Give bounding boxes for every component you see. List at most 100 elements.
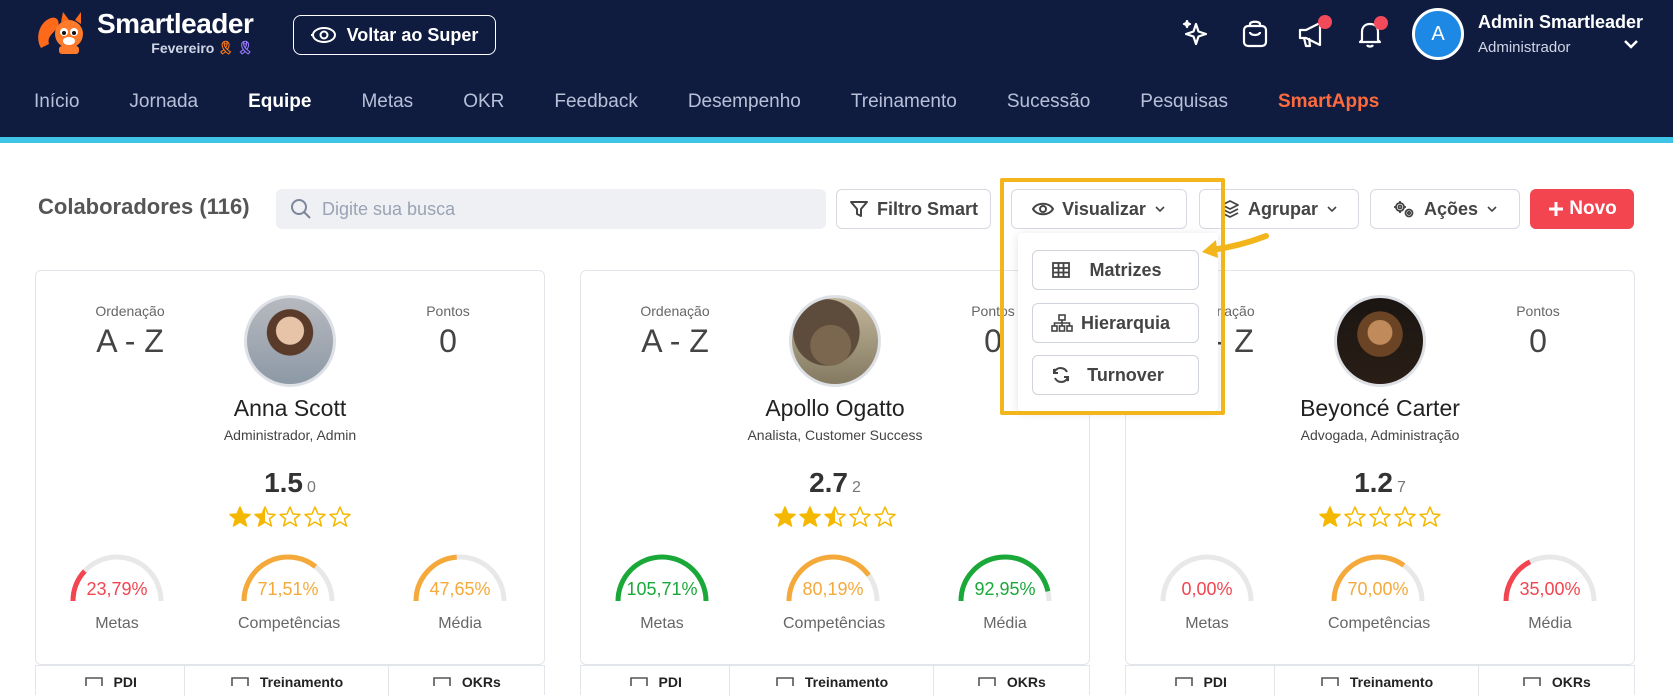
score-value: 1.2 <box>1354 467 1394 498</box>
smart-filter-label: Filtro Smart <box>876 198 978 219</box>
points-value: 0 <box>439 323 457 359</box>
score-count: 2 <box>852 479 861 496</box>
super-eye-icon <box>310 27 336 43</box>
back-to-super-label: Voltar ao Super <box>346 24 479 45</box>
nav-item-8[interactable]: Sucessão <box>1007 91 1090 113</box>
back-to-super-button[interactable]: Voltar ao Super <box>293 15 496 55</box>
nav-item-0[interactable]: Início <box>34 91 79 113</box>
gauge-label: Competências <box>783 615 886 632</box>
card-tab-label: PDI <box>658 674 682 690</box>
star-icon <box>798 505 822 534</box>
card-tabs: PDI Treinamento OKRs <box>1125 665 1635 696</box>
gauge-label: Competências <box>238 615 341 632</box>
card-tab-1[interactable]: Treinamento <box>185 666 389 696</box>
gauge-0: 23,79% Metas <box>67 551 167 641</box>
card-tab-label: OKRs <box>461 674 501 690</box>
user-name[interactable]: Admin Smartleader <box>1478 12 1643 33</box>
card-tab-2[interactable]: OKRs <box>389 666 544 696</box>
collaborator-role: Advogada, Administração <box>1300 427 1460 443</box>
header-accent-stripe <box>0 137 1673 143</box>
order-label: Ordenação <box>95 303 165 319</box>
nav-item-2[interactable]: Equipe <box>248 91 311 113</box>
announcements-button[interactable] <box>1295 15 1332 52</box>
search-icon <box>291 199 311 219</box>
nav-item-3[interactable]: Metas <box>361 91 413 113</box>
nav-item-9[interactable]: Pesquisas <box>1140 91 1228 113</box>
plus-icon <box>1549 202 1564 216</box>
notification-badge <box>1374 16 1388 30</box>
rating-stars <box>36 505 544 534</box>
card-tab-0[interactable]: PDI <box>36 666 186 696</box>
gauge-label: Média <box>1528 615 1572 632</box>
gauge-label: Média <box>983 615 1027 632</box>
card-tab-0[interactable]: PDI <box>581 666 731 696</box>
notifications-button[interactable] <box>1352 16 1388 52</box>
star-icon <box>228 505 252 534</box>
pointer-arrow-icon <box>1202 233 1269 258</box>
card-tab-0[interactable]: PDI <box>1126 666 1276 696</box>
avatar[interactable] <box>789 295 881 387</box>
user-role: Administrador <box>1478 39 1571 56</box>
card-tab-2[interactable]: OKRs <box>1479 666 1634 696</box>
points-label: Pontos <box>1516 303 1560 319</box>
card-tab-label: PDI <box>1203 674 1227 690</box>
highlight-box <box>1000 178 1225 415</box>
nav-item-6[interactable]: Desempenho <box>688 91 801 113</box>
gears-icon <box>1393 201 1414 218</box>
collaborator-card[interactable]: Ordenação A - Z Pontos 0 Anna Scott Administr… <box>35 270 545 665</box>
gauge-value: 47,65% <box>429 579 491 599</box>
avatar[interactable] <box>1334 295 1426 387</box>
shop-bag-button[interactable] <box>1237 16 1273 52</box>
star-icon <box>873 505 897 534</box>
card-tab-1[interactable]: Treinamento <box>730 666 934 696</box>
brand-logo[interactable]: Smartleader Fevereiro 🎗 🎗 <box>33 8 254 56</box>
card-tab-2[interactable]: OKRs <box>934 666 1089 696</box>
gauge-1: 70,00% Competências <box>1328 551 1431 641</box>
nav-item-1[interactable]: Jornada <box>129 91 198 113</box>
score-count: 0 <box>307 479 316 496</box>
target-icon <box>433 677 451 686</box>
gauge-label: Competências <box>1328 615 1431 632</box>
avatar[interactable] <box>244 295 336 387</box>
gauge-value: 0,00% <box>1181 579 1233 599</box>
clipboard-icon <box>1174 677 1193 686</box>
card-tab-1[interactable]: Treinamento <box>1275 666 1479 696</box>
gauge-value: 23,79% <box>86 579 148 599</box>
squirrel-logo-icon <box>38 12 83 54</box>
new-button[interactable]: Novo <box>1530 189 1634 229</box>
actions-button[interactable]: Ações <box>1370 189 1520 229</box>
actions-label: Ações <box>1423 198 1479 219</box>
gauge-value: 70,00% <box>1347 579 1409 599</box>
user-avatar[interactable]: A <box>1412 8 1464 60</box>
search-input[interactable] <box>322 198 802 220</box>
gauge-label: Metas <box>95 615 139 632</box>
card-tab-label: Treinamento <box>804 674 889 690</box>
chevron-down-icon[interactable] <box>1622 38 1640 50</box>
purple-ribbon-icon: 🎗 <box>236 40 254 55</box>
card-tabs: PDI Treinamento OKRs <box>580 665 1090 696</box>
nav-item-4[interactable]: OKR <box>463 91 504 113</box>
announcement-badge <box>1318 15 1332 29</box>
gauge-1: 71,51% Competências <box>238 551 341 641</box>
shopping-bag-icon <box>1242 20 1268 48</box>
sparkles-button[interactable] <box>1178 16 1214 52</box>
card-tab-label: Treinamento <box>259 674 344 690</box>
collaborator-name[interactable]: Anna Scott <box>36 395 544 422</box>
gauge-value: 92,95% <box>974 579 1036 599</box>
star-icon <box>823 505 847 534</box>
rating-stars <box>1126 505 1634 534</box>
points-label: Pontos <box>426 303 470 319</box>
order-value: A - Z <box>641 323 709 359</box>
graduation-cap-icon <box>776 677 794 686</box>
nav-item-7[interactable]: Treinamento <box>851 91 957 113</box>
smart-filter-button[interactable]: Filtro Smart <box>836 189 991 229</box>
rating-stars <box>581 505 1089 534</box>
nav-item-5[interactable]: Feedback <box>554 91 637 113</box>
gauge-value: 80,19% <box>802 579 864 599</box>
star-icon <box>253 505 277 534</box>
nav-item-10[interactable]: SmartApps <box>1278 91 1379 113</box>
collaborator-role: Administrador, Admin <box>223 427 357 443</box>
star-icon <box>848 505 872 534</box>
search-box[interactable] <box>276 189 826 229</box>
card-tab-label: Treinamento <box>1349 674 1434 690</box>
